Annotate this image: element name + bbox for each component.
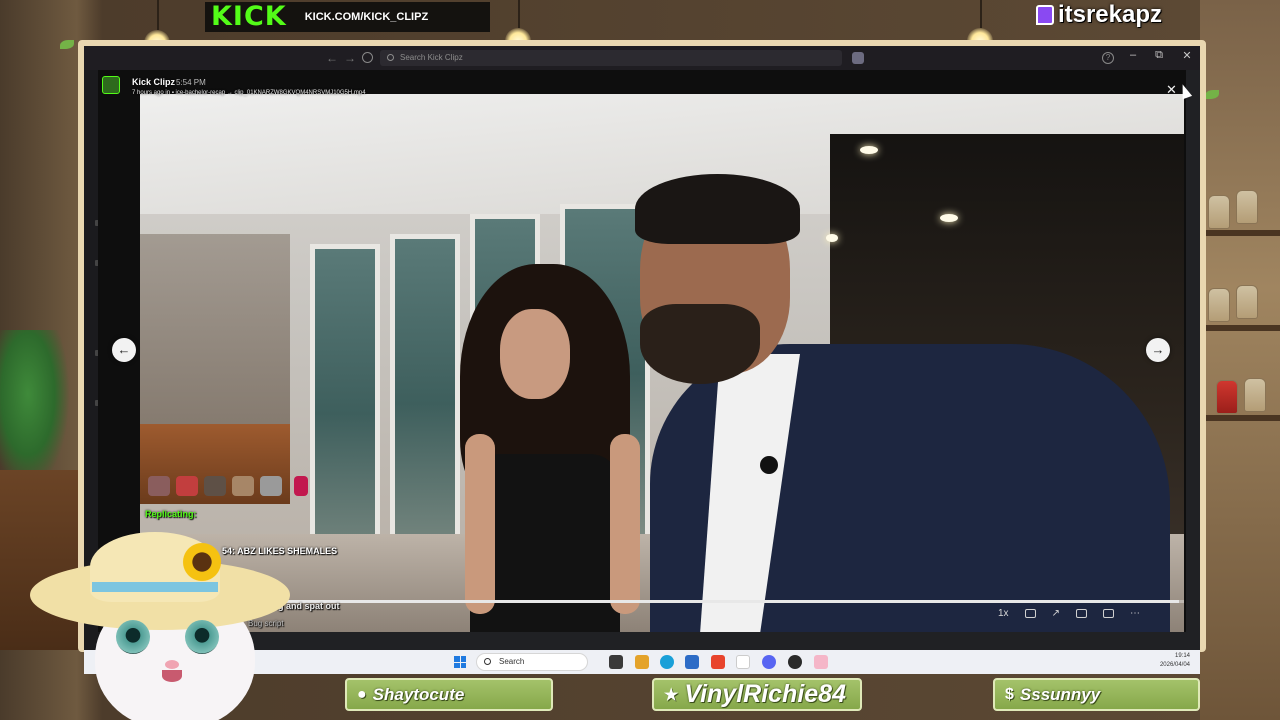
person-icon: ● [357,685,367,703]
captions-icon[interactable] [1024,609,1036,618]
jar [1208,288,1230,322]
shelf [1200,415,1280,421]
title-bar: ← → Search Kick Clipz ? – ⧉ ✕ [84,46,1200,70]
video-frame [640,304,760,384]
taskbar-search-label: Search [499,657,525,666]
jar [1236,190,1258,224]
shelf-wall [1200,0,1280,720]
next-clip-button[interactable]: → [1146,338,1170,362]
badge-label: VinylRichie84 [684,680,846,708]
video-frame [826,234,838,242]
cat-mouth [162,670,182,682]
latest-subscriber-badge: ★ VinylRichie84 [652,678,862,711]
playback-speed[interactable]: 1x [998,608,1009,619]
search-icon [387,54,394,61]
search-icon [484,658,491,665]
kick-logo: KICK [211,1,287,32]
chat-message: Replicating: [145,509,197,519]
video-frame [940,214,958,222]
video-frame [760,456,778,474]
shelf [1200,230,1280,236]
emote [148,476,170,496]
cat-eye [116,620,150,654]
lamp-cord [980,0,982,28]
close-viewer-icon[interactable]: ✕ [1166,82,1177,98]
close-button[interactable]: ✕ [1178,49,1196,62]
twitch-handle: itsrekapz [1035,1,1162,28]
video-frame [500,309,570,399]
vtuber-avatar [30,520,290,720]
latest-follower-badge: ● Shaytocute [345,678,553,711]
clip-meta: 7 hours ago in ▪ ice-bachelor-recap → cl… [132,90,366,96]
video-frame [610,434,640,614]
edge-browser-icon[interactable] [660,655,674,669]
emote [176,476,198,496]
previous-clip-button[interactable]: ← [112,338,136,362]
emote [294,476,308,496]
shelf [1200,325,1280,331]
more-icon[interactable]: ⋯ [1130,608,1140,619]
files-app-icon[interactable] [635,655,649,669]
video-frame [635,174,800,244]
store-app-icon[interactable] [685,655,699,669]
notepad-icon[interactable] [736,655,750,669]
clock-date: 2026/04/04 [1159,662,1190,668]
video-frame [860,146,878,154]
discord-icon[interactable] [762,655,776,669]
emote [204,476,226,496]
emote-row [148,476,308,496]
sunflower-icon [180,540,224,584]
taskbar-clock[interactable]: 19:14 2026/04/04 [1160,652,1190,670]
maximize-button[interactable]: ⧉ [1150,49,1168,62]
video-frame [465,434,495,614]
video-controls: 1x ↗ ⋯ [998,608,1140,619]
extension-icon[interactable] [852,52,864,64]
cat-nose [165,660,179,669]
video-frame [390,234,460,574]
latest-donation-badge: $ Sssunnyy [993,678,1200,711]
dollar-icon: $ [1005,685,1014,703]
clock-time: 19:14 [1174,653,1190,659]
star-icon: ★ [664,686,679,704]
minimize-button[interactable]: – [1124,49,1142,61]
badge-label: Sssunnyy [1019,684,1101,704]
taskbar-search[interactable]: Search [476,653,588,671]
kick-url: KICK.COM/KICK_CLIPZ [304,11,429,23]
sidebar-icon[interactable] [1075,609,1087,618]
back-arrow-icon[interactable]: ← [326,51,338,65]
windows-start-icon[interactable] [454,656,466,668]
task-view-icon[interactable] [609,655,623,669]
brave-browser-icon[interactable] [711,655,725,669]
clip-time: 5:54 PM [176,78,206,87]
jar [1236,285,1258,319]
twitch-icon [1035,5,1054,25]
video-frame [310,244,380,584]
help-icon[interactable]: ? [1102,52,1114,64]
channel-avatar[interactable] [102,76,120,94]
cat-eye [185,620,219,654]
emote [232,476,254,496]
badge-label: Shaytocute [372,684,465,704]
jar [1208,195,1230,229]
forward-arrow-icon[interactable]: → [344,51,356,65]
search-input[interactable]: Search Kick Clipz [380,50,842,66]
lamp-cord [518,0,520,28]
pop-out-icon[interactable]: ↗ [1052,608,1060,619]
app-icon[interactable] [814,655,828,669]
lamp-cord [157,0,159,30]
twitch-name: itsrekapz [1057,1,1162,28]
jar [1216,380,1238,414]
kick-banner: KICK KICK.COM/KICK_CLIPZ [205,2,490,32]
plant [0,330,70,490]
emote [260,476,282,496]
channel-name[interactable]: Kick Clipz [132,77,175,87]
obs-icon[interactable] [788,655,802,669]
history-icon[interactable] [362,52,373,63]
jar [1244,378,1266,412]
pip-icon[interactable] [1102,609,1114,618]
search-placeholder: Search Kick Clipz [400,53,463,62]
